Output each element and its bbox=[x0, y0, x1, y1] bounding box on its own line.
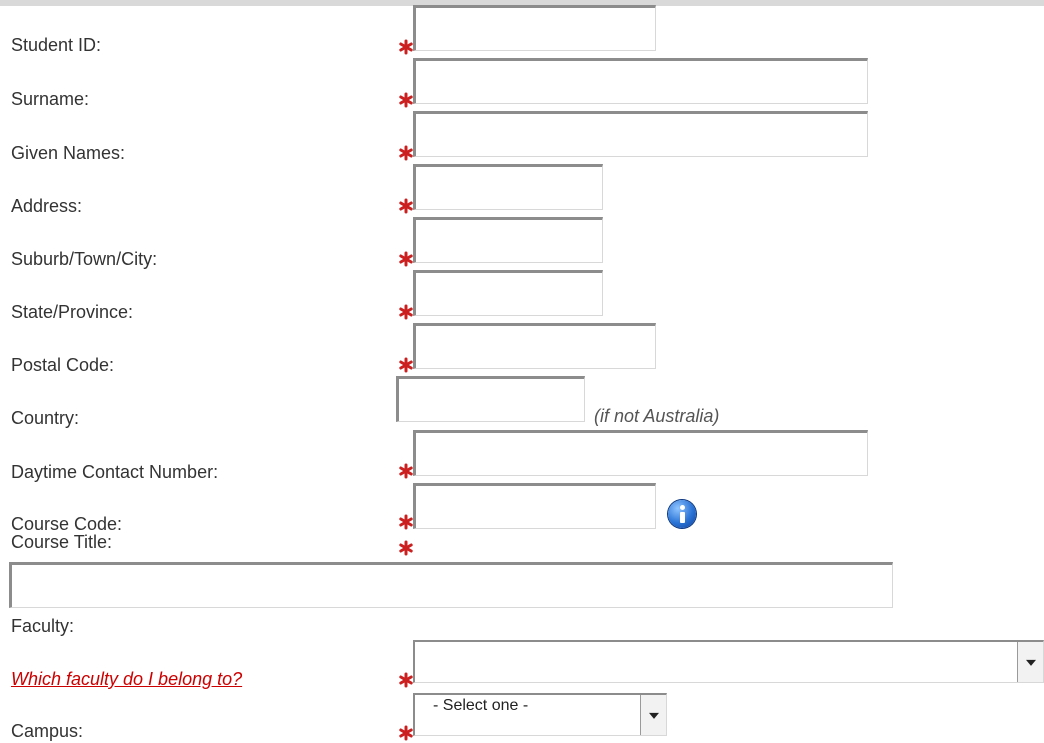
postal-code-label: Postal Code: bbox=[11, 355, 115, 375]
given-names-field[interactable] bbox=[413, 111, 868, 157]
chevron-down-icon[interactable] bbox=[1017, 642, 1043, 682]
address-field[interactable] bbox=[413, 164, 603, 210]
required-asterisk-icon bbox=[399, 251, 413, 267]
student-id-field[interactable] bbox=[413, 5, 656, 51]
course-title-field[interactable] bbox=[9, 562, 893, 608]
required-asterisk-icon bbox=[399, 672, 413, 688]
faculty-help-link[interactable]: Which faculty do I belong to? bbox=[11, 669, 242, 690]
student-id-label: Student ID: bbox=[11, 35, 102, 55]
required-asterisk-icon bbox=[399, 198, 413, 214]
suburb-field[interactable] bbox=[413, 217, 603, 263]
campus-label: Campus: bbox=[11, 721, 84, 741]
state-field[interactable] bbox=[413, 270, 603, 316]
country-field[interactable] bbox=[396, 376, 585, 422]
required-asterisk-icon bbox=[399, 39, 413, 55]
surname-label: Surname: bbox=[11, 89, 90, 109]
course-code-field[interactable] bbox=[413, 483, 656, 529]
country-hint: (if not Australia) bbox=[594, 406, 720, 426]
daytime-contact-field[interactable] bbox=[413, 430, 868, 476]
required-asterisk-icon bbox=[399, 92, 413, 108]
required-asterisk-icon bbox=[399, 145, 413, 161]
course-title-label: Course Title: bbox=[11, 532, 113, 552]
state-label: State/Province: bbox=[11, 302, 134, 322]
required-asterisk-icon bbox=[399, 463, 413, 479]
faculty-label: Faculty: bbox=[11, 616, 75, 636]
campus-select[interactable]: - Select one - bbox=[413, 693, 667, 736]
address-label: Address: bbox=[11, 196, 83, 216]
chevron-down-icon[interactable] bbox=[640, 695, 666, 735]
given-names-label: Given Names: bbox=[11, 143, 126, 163]
faculty-select[interactable] bbox=[413, 640, 1044, 683]
required-asterisk-icon bbox=[399, 725, 413, 741]
info-icon[interactable] bbox=[668, 500, 696, 528]
country-label: Country: bbox=[11, 408, 80, 428]
campus-select-value: - Select one - bbox=[433, 697, 529, 714]
surname-field[interactable] bbox=[413, 58, 868, 104]
daytime-contact-label: Daytime Contact Number: bbox=[11, 462, 219, 482]
required-asterisk-icon bbox=[399, 514, 413, 530]
required-asterisk-icon bbox=[399, 304, 413, 320]
suburb-label: Suburb/Town/City: bbox=[11, 249, 158, 269]
required-asterisk-icon bbox=[399, 540, 413, 556]
postal-code-field[interactable] bbox=[413, 323, 656, 369]
required-asterisk-icon bbox=[399, 357, 413, 373]
